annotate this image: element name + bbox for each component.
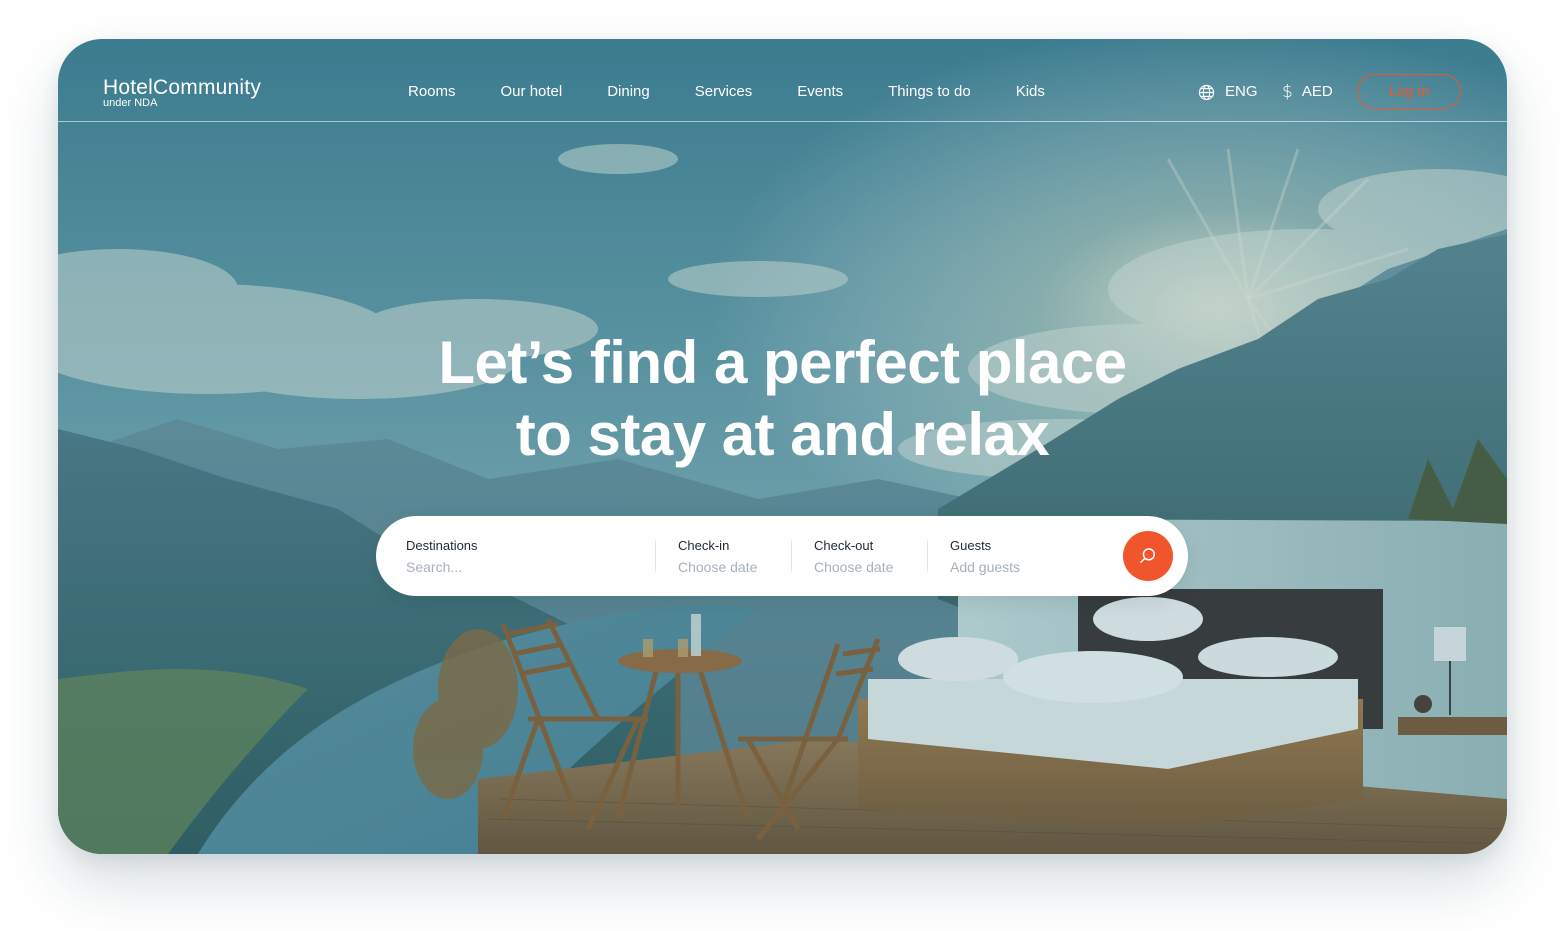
guests-value: Add guests xyxy=(950,559,1021,575)
brand-tagline: under NDA xyxy=(103,97,158,109)
nav-item-services[interactable]: Services xyxy=(695,82,753,102)
brand-name: HotelCommunity xyxy=(103,76,262,99)
currency-selector[interactable]: $ AED xyxy=(1282,82,1333,102)
language-selector[interactable]: ENG xyxy=(1198,82,1258,102)
nav-item-rooms[interactable]: Rooms xyxy=(408,82,456,102)
main-nav: Rooms Our hotel Dining Services Events T… xyxy=(408,82,1090,102)
currency-label: AED xyxy=(1301,83,1333,100)
checkout-value: Choose date xyxy=(814,559,894,575)
checkin-value: Choose date xyxy=(678,559,758,575)
checkout-label: Check-out xyxy=(814,538,874,553)
top-header: HotelCommunity under NDA Rooms Our hotel… xyxy=(58,39,1507,122)
hero-headline-line-2: to stay at and relax xyxy=(515,401,1050,468)
dollar-icon: $ xyxy=(1282,82,1293,102)
brand-logo[interactable]: HotelCommunity under NDA xyxy=(103,77,261,109)
destinations-field[interactable]: Destinations xyxy=(406,537,606,576)
guests-field[interactable]: Guests Add guests xyxy=(950,537,1070,576)
nav-item-things-to-do[interactable]: Things to do xyxy=(888,82,971,102)
field-divider xyxy=(655,540,656,572)
checkin-label: Check-in xyxy=(678,538,730,553)
nav-item-kids[interactable]: Kids xyxy=(1016,82,1045,102)
guests-label: Guests xyxy=(950,538,992,553)
globe-icon xyxy=(1198,84,1215,100)
app-window: HotelCommunity under NDA Rooms Our hotel… xyxy=(58,39,1507,854)
nav-item-dining[interactable]: Dining xyxy=(607,82,650,102)
checkin-field[interactable]: Check-in Choose date xyxy=(678,537,798,576)
hero-headline: Let’s find a perfect place to stay at an… xyxy=(58,327,1507,471)
search-icon xyxy=(1140,548,1155,563)
nav-item-events[interactable]: Events xyxy=(797,82,843,102)
search-button[interactable] xyxy=(1123,531,1173,581)
hero-headline-line-1: Let’s find a perfect place xyxy=(438,329,1127,396)
nav-item-our-hotel[interactable]: Our hotel xyxy=(501,82,563,102)
checkout-field[interactable]: Check-out Choose date xyxy=(814,537,934,576)
destinations-label: Destinations xyxy=(406,538,478,553)
destinations-input[interactable] xyxy=(406,558,606,576)
login-button[interactable]: Log in xyxy=(1357,74,1461,109)
search-bar: Destinations Check-in Choose date Check-… xyxy=(376,516,1188,596)
field-divider xyxy=(791,540,792,572)
language-label: ENG xyxy=(1225,83,1258,100)
field-divider xyxy=(927,540,928,572)
